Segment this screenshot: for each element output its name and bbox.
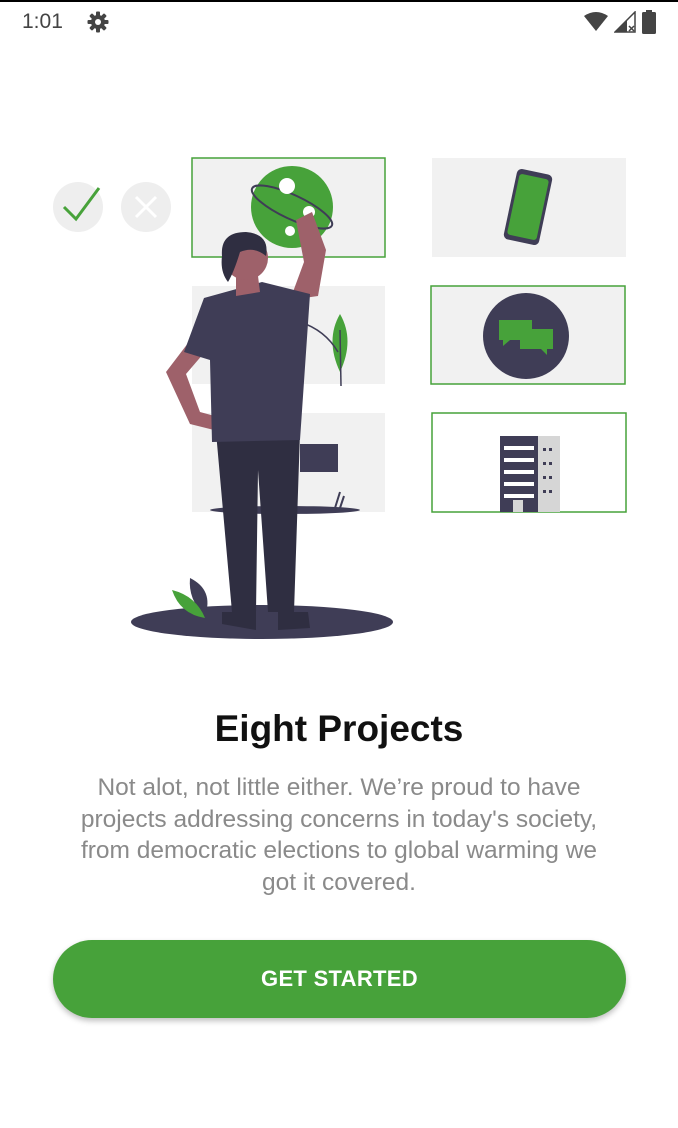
gear-icon <box>87 11 109 33</box>
onboarding-illustration <box>53 157 627 639</box>
building-icon <box>500 436 560 512</box>
checkmark-icon <box>53 182 103 232</box>
cross-icon <box>121 182 171 232</box>
battery-icon <box>642 10 656 34</box>
get-started-button[interactable]: GET STARTED <box>53 940 626 1018</box>
onboarding-title: Eight Projects <box>214 708 464 749</box>
onboarding-description: Not alot, not little either. We’re proud… <box>80 774 598 896</box>
cellular-signal-icon <box>614 11 636 33</box>
onboarding-screen: 1:01 Eight Projects Not alot, not little… <box>0 0 678 1128</box>
ground-shadow <box>131 605 393 639</box>
wifi-icon <box>584 12 608 31</box>
status-icons <box>584 10 656 34</box>
status-bar: 1:01 <box>0 2 678 42</box>
status-time: 1:01 <box>22 10 63 33</box>
chat-bubbles-icon <box>483 293 569 379</box>
